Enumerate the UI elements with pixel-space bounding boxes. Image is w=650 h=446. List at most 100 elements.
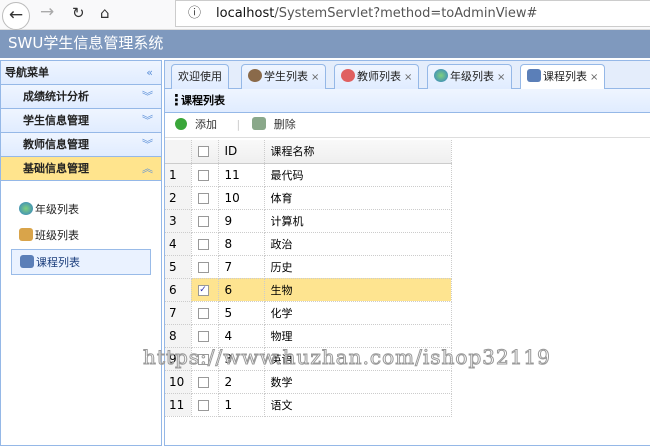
row-checkbox[interactable]: [191, 232, 219, 256]
table-row[interactable]: 6 ✓ 6 生物: [165, 278, 452, 302]
teacher-icon: [341, 69, 355, 82]
chevron-down-icon: ︾: [142, 90, 153, 103]
cell-name: 计算机: [264, 209, 452, 233]
chevron-down-icon: ︾: [142, 114, 153, 127]
column-id[interactable]: ID: [218, 140, 265, 164]
table-row[interactable]: 11 1 语文: [165, 393, 452, 417]
globe-icon: [19, 202, 33, 215]
column-name[interactable]: 课程名称: [264, 140, 452, 164]
collapse-icon[interactable]: «: [146, 61, 153, 84]
cell-id: 4: [218, 324, 265, 348]
row-number: 8: [165, 324, 192, 348]
row-number: 10: [165, 370, 192, 394]
table-row[interactable]: 2 10 体育: [165, 186, 452, 210]
row-number: 11: [165, 393, 192, 417]
row-checkbox[interactable]: [191, 209, 219, 233]
cell-id: 5: [218, 301, 265, 325]
table-row[interactable]: 1 11 最代码: [165, 163, 452, 187]
url-bar[interactable]: ⓘ localhost/SystemServlet?method=toAdminV…: [175, 0, 650, 27]
close-icon[interactable]: ×: [497, 72, 505, 83]
add-icon: [175, 118, 187, 130]
sidebar-section-teachers[interactable]: 教师信息管理 ︾: [1, 133, 161, 157]
cell-name: 数学: [264, 370, 452, 394]
sidebar-item-class-list[interactable]: 班级列表: [11, 223, 161, 249]
row-number: 6: [165, 278, 192, 302]
cell-name: 语文: [264, 393, 452, 417]
delete-button[interactable]: 删除: [251, 117, 304, 131]
main-panel: 欢迎使用 学生列表× 教师列表× 年级列表× 课程列表× 课程列表 添加 | 删…: [164, 60, 650, 446]
panel-title: 课程列表: [165, 89, 650, 113]
tab-teachers[interactable]: 教师列表 ×: [334, 64, 420, 89]
tab-grades[interactable]: 年级列表 ×: [427, 64, 513, 89]
row-number: 1: [165, 163, 192, 187]
cell-id: 1: [218, 393, 265, 417]
sidebar-section-grades[interactable]: 成绩统计分析 ︾: [1, 85, 161, 109]
chevron-up-icon: ︽: [142, 162, 153, 175]
close-icon[interactable]: ×: [404, 72, 412, 83]
sidebar: 导航菜单 « 成绩统计分析 ︾ 学生信息管理 ︾ 教师信息管理 ︾ 基础信息管理 ︽ 年级…: [0, 60, 162, 446]
house-icon: [19, 228, 33, 241]
cell-name: 最代码: [264, 163, 452, 187]
cell-id: 8: [218, 232, 265, 256]
cell-name: 生物: [264, 278, 452, 302]
book-icon: [20, 255, 34, 268]
sidebar-section-basic[interactable]: 基础信息管理 ︽: [1, 157, 161, 181]
info-icon: ⓘ: [188, 6, 202, 21]
sidebar-item-course-list[interactable]: 课程列表: [11, 249, 151, 275]
table-row[interactable]: 5 7 历史: [165, 255, 452, 279]
row-number: 7: [165, 301, 192, 325]
row-checkbox[interactable]: [191, 186, 219, 210]
select-all-checkbox[interactable]: [191, 140, 219, 164]
forward-icon[interactable]: →: [40, 2, 54, 22]
row-checkbox[interactable]: [191, 324, 219, 348]
home-icon[interactable]: ⌂: [100, 4, 110, 22]
tab-bar: 欢迎使用 学生列表 × 教师列表 × 年级列表 × 课程列表 ×: [165, 61, 650, 90]
reload-icon[interactable]: ↻: [72, 4, 85, 22]
cell-id: 7: [218, 255, 265, 279]
back-icon[interactable]: ←: [2, 2, 30, 30]
add-button[interactable]: 添加: [175, 118, 225, 131]
cell-name: 物理: [264, 324, 452, 348]
row-checkbox[interactable]: ✓: [191, 278, 219, 302]
watermark: https://www.huzhan.com/ishop32119: [143, 345, 551, 370]
table-row[interactable]: 3 9 计算机: [165, 209, 452, 233]
cell-id: 9: [218, 209, 265, 233]
tab-courses[interactable]: 课程列表 ×: [520, 64, 606, 90]
grid-header: ID 课程名称: [165, 140, 452, 164]
book-icon: [527, 69, 541, 82]
row-checkbox[interactable]: [191, 393, 219, 417]
app-title: SWU学生信息管理系统: [0, 30, 650, 58]
row-number: 4: [165, 232, 192, 256]
browser-toolbar: ← → ↻ ⌂ ⓘ localhost/SystemServlet?method=…: [0, 0, 650, 30]
row-checkbox[interactable]: [191, 163, 219, 187]
rownum-header: [165, 140, 192, 164]
row-checkbox[interactable]: [191, 370, 219, 394]
cell-name: 历史: [264, 255, 452, 279]
close-icon[interactable]: ×: [311, 72, 319, 83]
row-number: 2: [165, 186, 192, 210]
cell-id: 2: [218, 370, 265, 394]
table-row[interactable]: 10 2 数学: [165, 370, 452, 394]
course-grid: ID 课程名称 1 11 最代码 2 10 体育 3 9 计算机 4 8 政治 5 7 历史 6 ✓ 6 生物 7 5 化学…: [165, 140, 452, 417]
tab-students[interactable]: 学生列表 ×: [241, 64, 327, 89]
table-row[interactable]: 8 4 物理: [165, 324, 452, 348]
cell-name: 政治: [264, 232, 452, 256]
sidebar-section-students[interactable]: 学生信息管理 ︾: [1, 109, 161, 133]
cell-name: 化学: [264, 301, 452, 325]
row-checkbox[interactable]: [191, 255, 219, 279]
student-icon: [248, 69, 262, 82]
cell-name: 体育: [264, 186, 452, 210]
table-row[interactable]: 4 8 政治: [165, 232, 452, 256]
toolbar: 添加 | 删除: [165, 113, 650, 138]
close-icon[interactable]: ×: [590, 72, 598, 83]
delete-icon: [251, 117, 266, 130]
table-row[interactable]: 7 5 化学: [165, 301, 452, 325]
chevron-down-icon: ︾: [142, 138, 153, 151]
row-checkbox[interactable]: [191, 301, 219, 325]
row-number: 5: [165, 255, 192, 279]
cell-id: 6: [218, 278, 265, 302]
row-number: 3: [165, 209, 192, 233]
tab-welcome[interactable]: 欢迎使用: [171, 64, 229, 89]
sidebar-item-grade-list[interactable]: 年级列表: [11, 197, 161, 223]
cell-id: 11: [218, 163, 265, 187]
